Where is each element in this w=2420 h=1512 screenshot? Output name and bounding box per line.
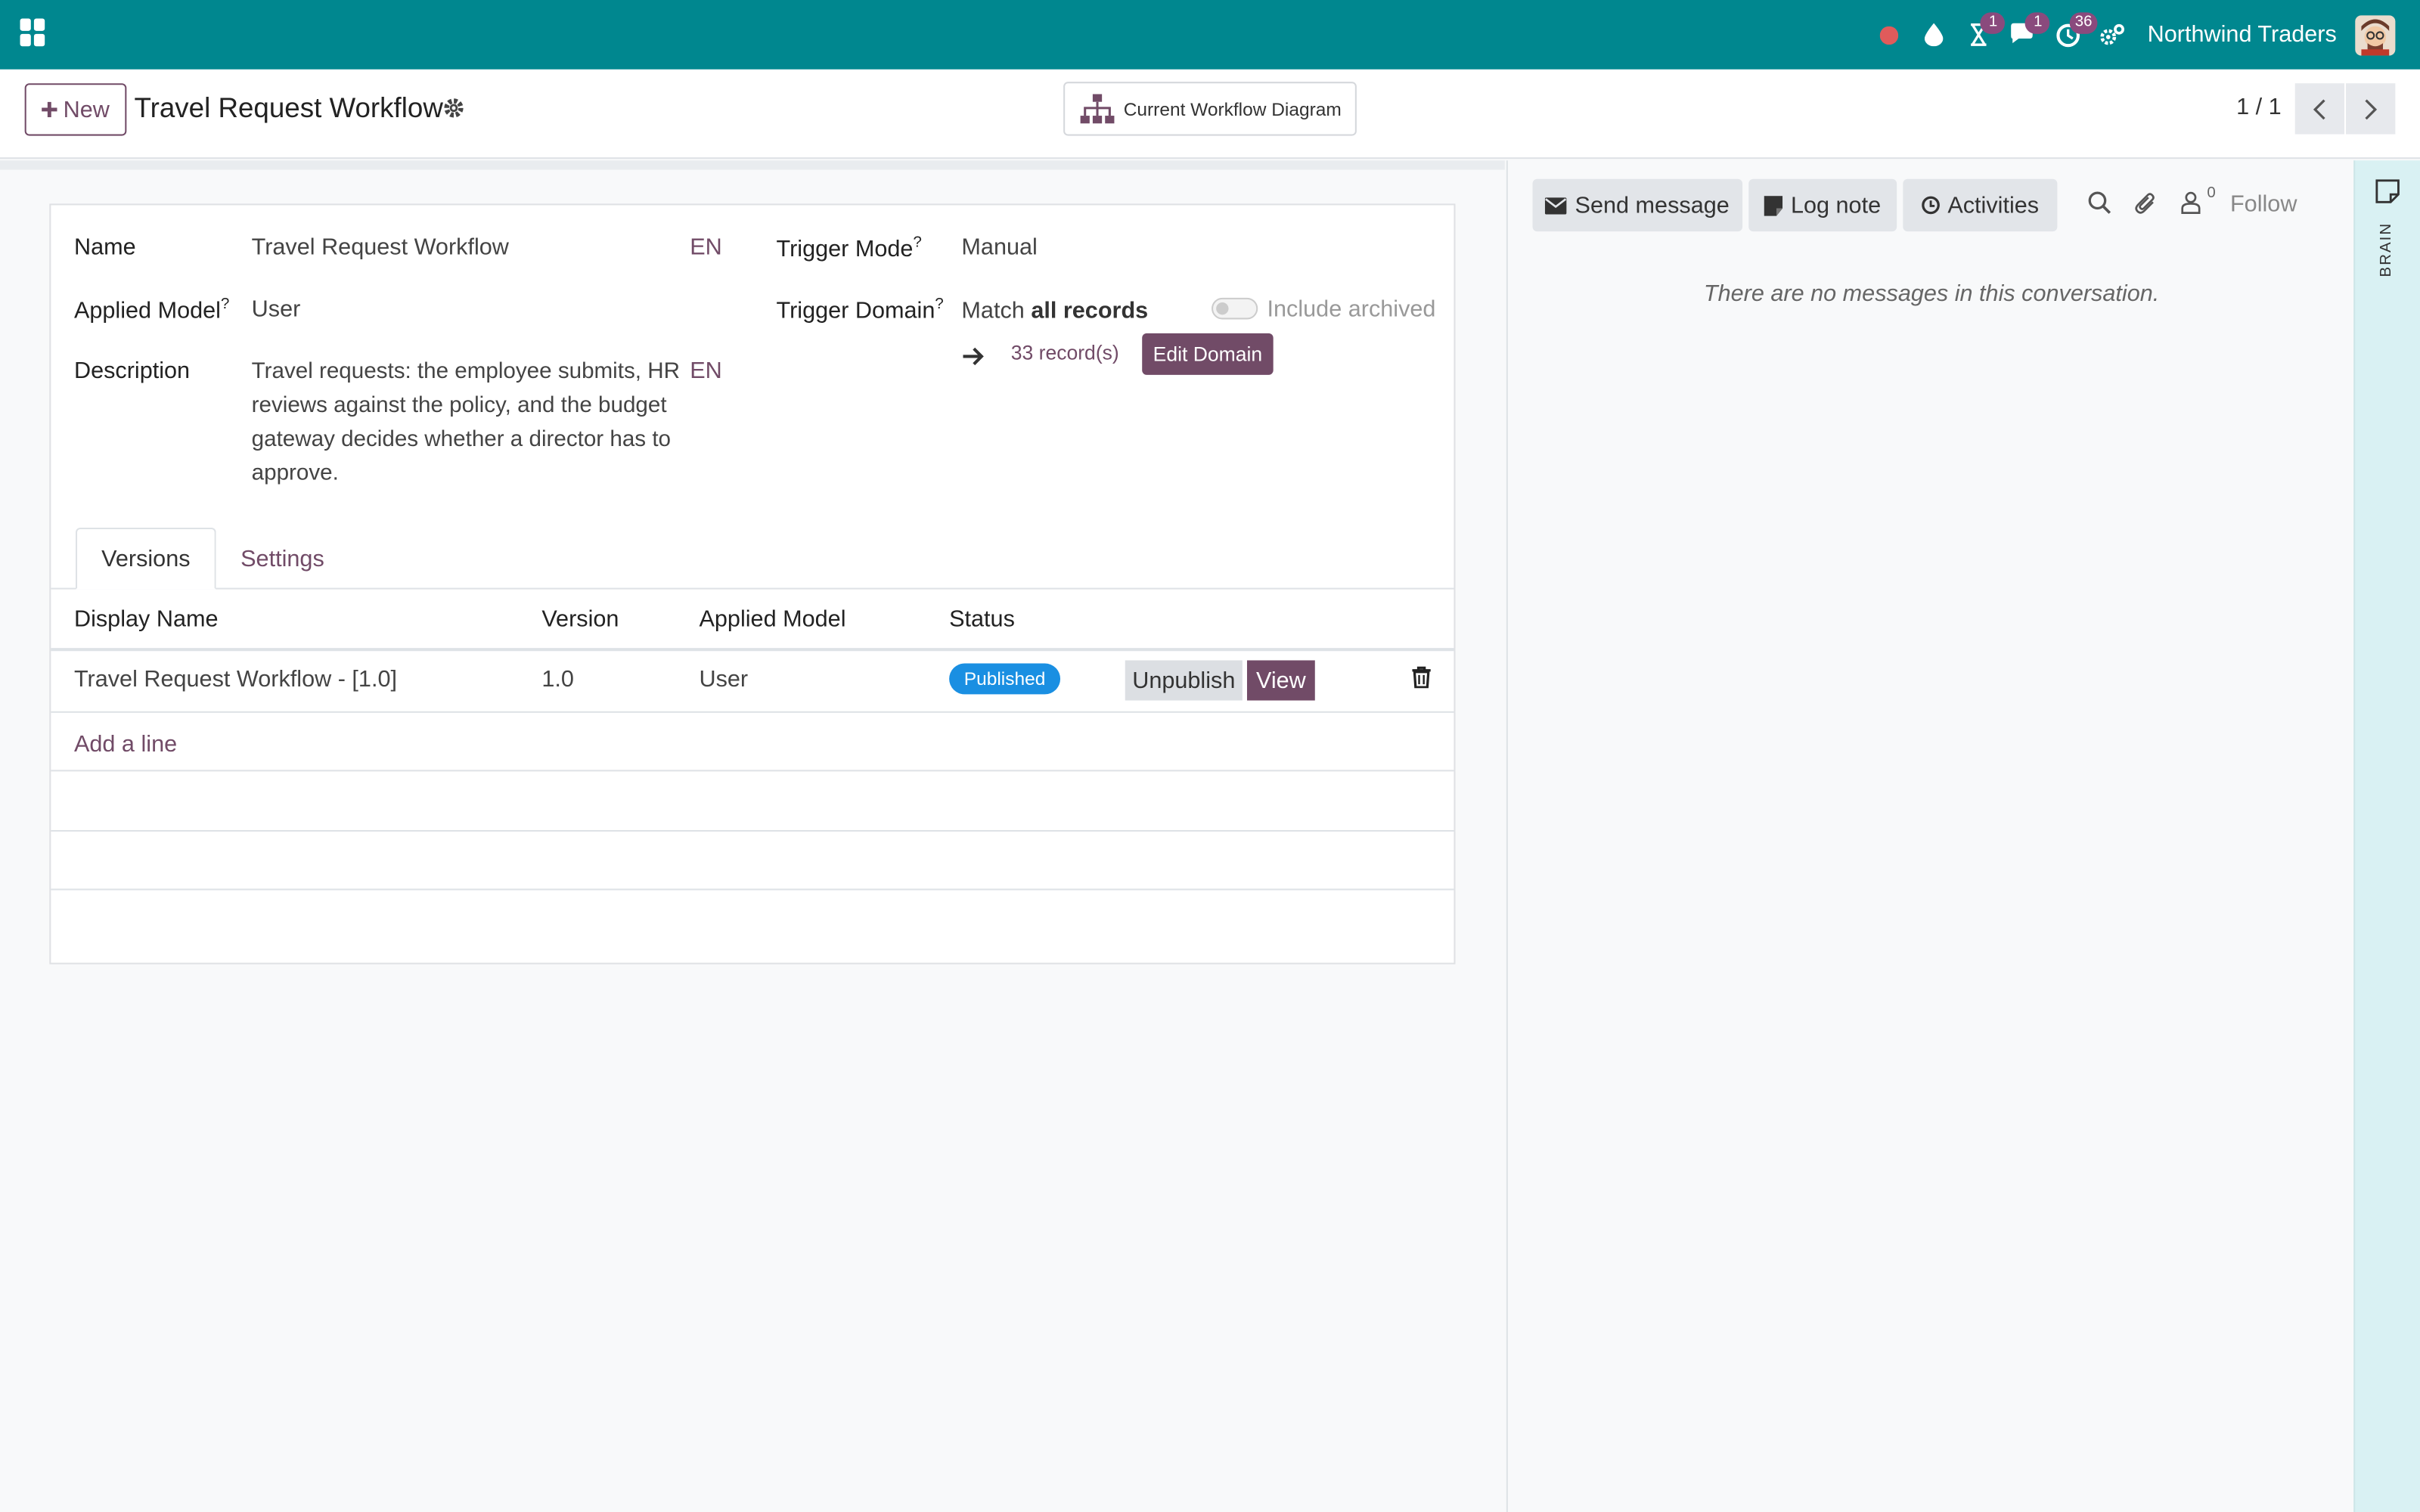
column-header-version[interactable]: Version [541, 606, 619, 633]
tab-settings[interactable]: Settings [221, 528, 344, 590]
user-follower-icon[interactable] [2181, 191, 2201, 222]
description-field[interactable]: Travel requests: the employee submits, H… [252, 355, 700, 491]
view-button[interactable]: View [1246, 660, 1315, 701]
domain-match-text: Match all records [961, 297, 1149, 324]
pager-previous-button[interactable] [2294, 83, 2344, 135]
empty-row [51, 832, 1454, 891]
activity-hourglass-icon[interactable]: 1 [1956, 0, 2006, 70]
chatter-panel: Send message Log note Activities 0 Follo… [1506, 160, 2354, 1512]
user-avatar[interactable] [2355, 14, 2396, 55]
description-label: Description [73, 358, 191, 385]
new-button-label: New [63, 96, 110, 123]
add-line-link[interactable]: Add a line [74, 731, 177, 758]
follow-button[interactable]: Follow [2230, 191, 2297, 218]
notebook-tabs: Versions Settings [51, 527, 1454, 590]
brain-side-panel[interactable]: BRAIN [2353, 160, 2420, 1512]
column-header-status[interactable]: Status [949, 606, 1015, 633]
column-header-display-name[interactable]: Display Name [74, 606, 219, 633]
systray: 1 1 36 Northwind Traders [1866, 0, 2420, 70]
unpublish-button[interactable]: Unpublish [1125, 660, 1243, 701]
applied-model-field[interactable]: User [252, 296, 301, 323]
search-icon[interactable] [2088, 191, 2111, 222]
trigger-mode-field[interactable]: Manual [961, 234, 1037, 261]
include-archived-toggle[interactable] [1212, 297, 1258, 320]
domain-records-link[interactable]: 33 record(s) [1011, 341, 1119, 364]
table-row[interactable]: Travel Request Workflow - [1.0] 1.0 User… [51, 651, 1454, 713]
help-tooltip-marker[interactable]: ? [935, 296, 943, 313]
description-translate-button[interactable]: EN [690, 358, 722, 384]
top-navbar: 1 1 36 Northwind Traders [0, 0, 2420, 70]
empty-row [51, 771, 1454, 832]
sitemap-icon [1080, 93, 1115, 123]
form-sheet: Name Travel Request Workflow EN Applied … [49, 203, 1456, 965]
arrow-right-icon [963, 345, 985, 373]
help-tooltip-marker[interactable]: ? [913, 234, 921, 251]
form-view: Name Travel Request Workflow EN Applied … [0, 160, 1505, 1512]
log-note-button[interactable]: Log note [1748, 178, 1897, 232]
column-header-applied-model[interactable]: Applied Model [699, 606, 845, 633]
company-switcher[interactable]: Northwind Traders [2148, 22, 2337, 48]
chevron-right-icon [2365, 98, 2378, 119]
versions-table-header: Display Name Version Applied Model Statu… [51, 590, 1454, 652]
note-icon [1764, 195, 1783, 215]
paperclip-icon[interactable] [2134, 191, 2158, 224]
diagram-button-label: Current Workflow Diagram [1123, 98, 1342, 120]
envelope-icon [1545, 197, 1568, 214]
record-status-icon[interactable] [1866, 0, 1911, 70]
trash-icon[interactable] [1412, 666, 1431, 696]
brain-panel-label: BRAIN [2378, 222, 2396, 277]
name-translate-button[interactable]: EN [690, 234, 722, 261]
name-label: Name [73, 234, 136, 261]
help-tooltip-marker[interactable]: ? [221, 296, 229, 313]
sticky-note-icon[interactable] [2375, 179, 2400, 212]
include-archived-label: Include archived [1267, 296, 1436, 323]
send-message-label: Send message [1575, 192, 1730, 218]
tab-versions[interactable]: Versions [76, 527, 216, 590]
app-root: 1 1 36 Northwind Traders New Travel Requ… [0, 0, 2420, 1512]
send-message-button[interactable]: Send message [1532, 178, 1743, 232]
status-badge: Published [949, 663, 1061, 695]
trigger-mode-label: Trigger Mode? [776, 234, 922, 262]
new-record-button[interactable]: New [24, 83, 127, 136]
settings-gears-icon[interactable] [2090, 0, 2135, 70]
add-line-row: Add a line [51, 713, 1454, 772]
gear-icon[interactable] [443, 98, 465, 127]
droplet-icon[interactable] [1911, 0, 1956, 70]
row-display-name[interactable]: Travel Request Workflow - [1.0] [74, 667, 397, 693]
applied-model-label: Applied Model? [73, 296, 230, 324]
plus-icon [42, 101, 57, 118]
follower-count: 0 [2207, 184, 2216, 203]
clock-icon[interactable]: 36 [2046, 0, 2097, 70]
row-applied-model[interactable]: User [699, 667, 748, 693]
workflow-diagram-button[interactable]: Current Workflow Diagram [1063, 82, 1357, 136]
row-version[interactable]: 1.0 [541, 667, 574, 693]
trigger-domain-label: Trigger Domain? [776, 296, 944, 324]
name-field[interactable]: Travel Request Workflow [252, 234, 509, 261]
activities-label: Activities [1947, 192, 2040, 218]
messages-icon[interactable]: 1 [2001, 0, 2051, 70]
chevron-left-icon [2313, 98, 2325, 119]
clock-icon [1922, 196, 1940, 215]
activities-button[interactable]: Activities [1903, 178, 2058, 232]
breadcrumb-record-title: Travel Request Workflow [134, 92, 443, 124]
empty-conversation-message: There are no messages in this conversati… [1703, 280, 2160, 308]
app-menu-icon[interactable] [20, 18, 48, 47]
edit-domain-button[interactable]: Edit Domain [1142, 333, 1274, 375]
control-panel: New Travel Request Workflow Current Work… [0, 69, 2420, 160]
log-note-label: Log note [1790, 192, 1882, 218]
pager-next-button[interactable] [2346, 83, 2396, 135]
pager-value[interactable]: 1 / 1 [2236, 94, 2282, 120]
